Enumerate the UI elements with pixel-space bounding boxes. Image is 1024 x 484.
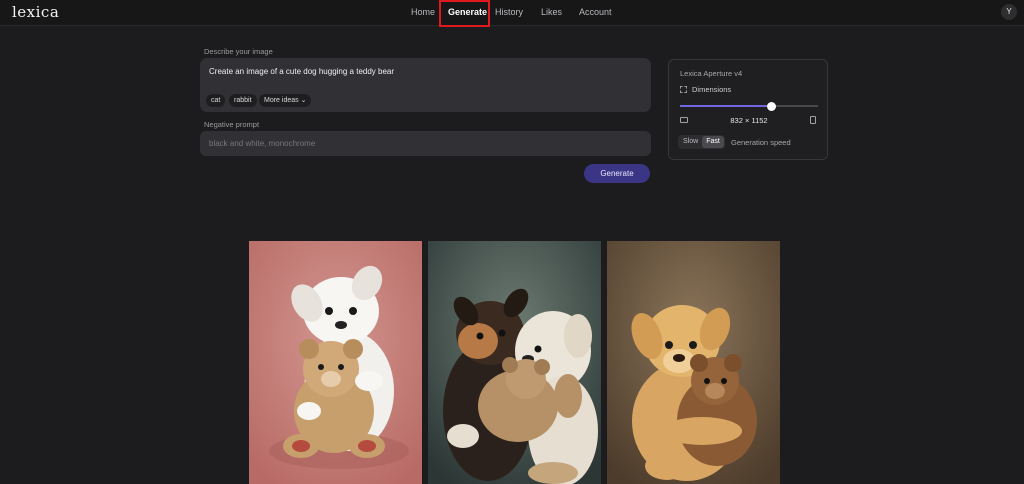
speed-label: Generation speed bbox=[731, 138, 791, 147]
nav-likes[interactable]: Likes bbox=[541, 7, 562, 17]
model-name[interactable]: Lexica Aperture v4 bbox=[680, 69, 742, 78]
dimensions-icon bbox=[680, 86, 687, 93]
nav-history[interactable]: History bbox=[495, 7, 523, 17]
slider-thumb[interactable] bbox=[767, 102, 777, 111]
nav-home[interactable]: Home bbox=[411, 7, 435, 17]
dimensions-value: 832 × 1152 bbox=[730, 116, 768, 125]
negative-prompt-input[interactable] bbox=[200, 131, 651, 156]
chip-rabbit[interactable]: rabbit bbox=[229, 94, 257, 107]
speed-toggle: Slow Fast bbox=[678, 135, 725, 149]
generate-button[interactable]: Generate bbox=[584, 164, 650, 183]
prompt-label: Describe your image bbox=[204, 47, 273, 56]
negative-prompt-label: Negative prompt bbox=[204, 120, 260, 129]
slider-fill bbox=[680, 105, 772, 107]
generate-highlight-box bbox=[439, 0, 490, 27]
result-image-2[interactable] bbox=[428, 241, 601, 484]
two-puppies-teddy-image bbox=[428, 241, 601, 484]
user-avatar[interactable]: Y bbox=[1001, 4, 1017, 20]
prompt-textarea[interactable]: Create an image of a cute dog hugging a … bbox=[200, 58, 651, 112]
prompt-text[interactable]: Create an image of a cute dog hugging a … bbox=[209, 67, 394, 76]
golden-puppy-teddy-image bbox=[607, 241, 780, 484]
result-image-1[interactable] bbox=[249, 241, 422, 484]
white-puppy-teddy-image bbox=[249, 241, 422, 484]
main-nav: Home Generate History Likes Account bbox=[0, 0, 1024, 26]
dimensions-label: Dimensions bbox=[692, 85, 732, 94]
nav-account[interactable]: Account bbox=[579, 7, 612, 17]
dimensions-row: Dimensions bbox=[680, 85, 731, 94]
speed-fast[interactable]: Fast bbox=[702, 136, 724, 148]
top-nav-bar: lexica Home Generate History Likes Accou… bbox=[0, 0, 1024, 27]
result-image-3[interactable] bbox=[607, 241, 780, 484]
portrait-icon[interactable] bbox=[810, 116, 816, 124]
chip-more-ideas[interactable]: More ideas ⌄ bbox=[259, 94, 312, 107]
speed-slow[interactable]: Slow bbox=[679, 136, 702, 148]
chip-cat[interactable]: cat bbox=[206, 94, 226, 107]
settings-panel: Lexica Aperture v4 Dimensions 832 × 1152… bbox=[668, 59, 828, 160]
dimensions-slider[interactable] bbox=[680, 102, 818, 111]
